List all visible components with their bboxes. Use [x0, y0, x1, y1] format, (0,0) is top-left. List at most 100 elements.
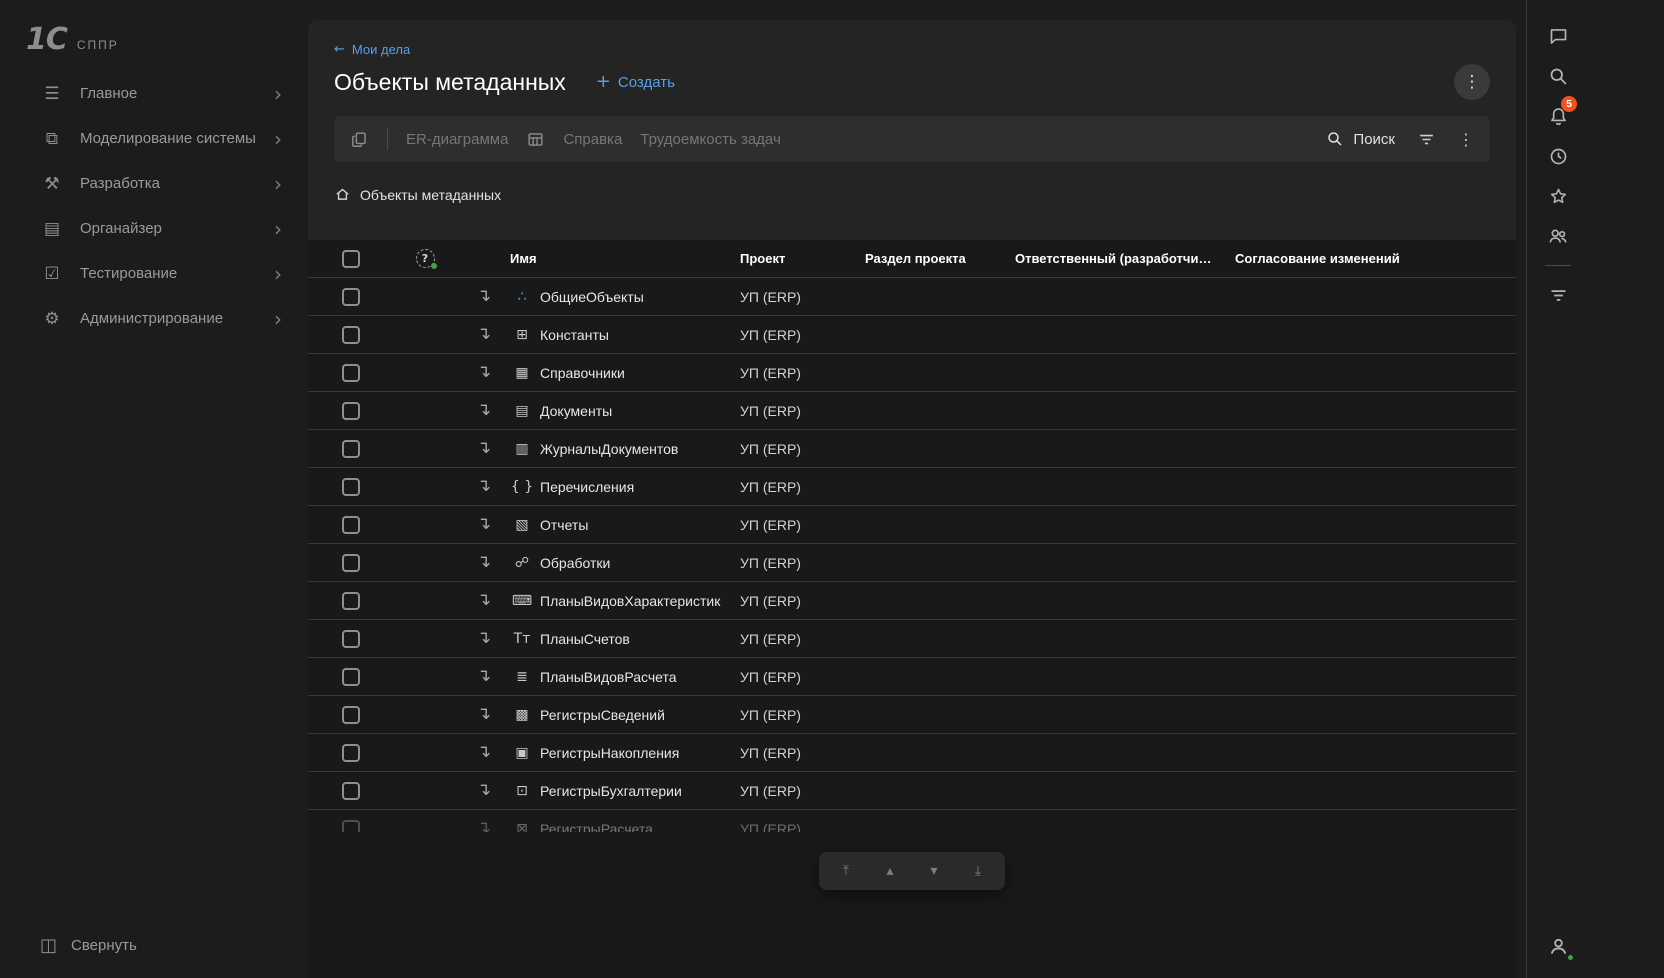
tab-task-effort[interactable]: Трудоемкость задач [640, 131, 780, 148]
row-open-icon[interactable]: ↴ [477, 402, 491, 419]
row-checkbox[interactable] [342, 402, 360, 420]
row-checkbox[interactable] [342, 744, 360, 762]
sidebar-item-testing[interactable]: ☑Тестирование› [0, 251, 306, 296]
row-name[interactable]: Справочники [540, 365, 625, 381]
scroll-down-button[interactable]: ▾ [913, 857, 955, 885]
table-row[interactable]: ↴▣РегистрыНакопленияУП (ERP) [308, 734, 1516, 772]
users-button[interactable] [1538, 216, 1578, 256]
row-open-cell: ↴ [458, 744, 510, 761]
row-checkbox[interactable] [342, 820, 360, 833]
table-row[interactable]: ↴{ }ПеречисленияУП (ERP) [308, 468, 1516, 506]
row-name[interactable]: РегистрыСведений [540, 707, 665, 723]
tab-er-diagram[interactable]: ER-диаграмма [406, 131, 508, 148]
table-row[interactable]: ↴⌨ПланыВидовХарактеристикУП (ERP) [308, 582, 1516, 620]
table-view-button[interactable] [526, 130, 545, 149]
row-checkbox[interactable] [342, 782, 360, 800]
table-row[interactable]: ↴⊠РегистрыРасчетаУП (ERP) [308, 810, 1516, 832]
column-header-approval[interactable]: Согласование изменений [1235, 251, 1516, 266]
row-name[interactable]: ПланыВидовРасчета [540, 669, 677, 685]
row-open-icon[interactable]: ↴ [477, 364, 491, 381]
row-name[interactable]: Константы [540, 327, 609, 343]
copy-button[interactable] [350, 130, 369, 149]
row-checkbox[interactable] [342, 288, 360, 306]
sidebar-item-main-menu[interactable]: ☰Главное› [0, 71, 306, 116]
tab-help[interactable]: Справка [563, 131, 622, 148]
row-checkbox[interactable] [342, 668, 360, 686]
page-menu-button[interactable]: ⋮ [1454, 64, 1490, 100]
notifications-button[interactable]: 5 [1538, 96, 1578, 136]
row-name[interactable]: ЖурналыДокументов [540, 441, 678, 457]
row-open-icon[interactable]: ↴ [477, 478, 491, 495]
row-open-icon[interactable]: ↴ [477, 744, 491, 761]
row-name[interactable]: ПланыВидовХарактеристик [540, 593, 720, 609]
row-checkbox[interactable] [342, 706, 360, 724]
global-search-button[interactable] [1538, 56, 1578, 96]
row-open-icon[interactable]: ↴ [477, 706, 491, 723]
table-row[interactable]: ↴☍ОбработкиУП (ERP) [308, 544, 1516, 582]
sidebar-item-system-modeling[interactable]: ⧉Моделирование системы› [0, 116, 306, 161]
row-open-icon[interactable]: ↴ [477, 440, 491, 457]
toolbar-menu-button[interactable]: ⋮ [1458, 130, 1474, 149]
column-header-project-section[interactable]: Раздел проекта [865, 251, 1015, 266]
filter-button[interactable] [1417, 130, 1436, 149]
row-name[interactable]: ОбщиеОбъекты [540, 289, 644, 305]
row-checkbox[interactable] [342, 364, 360, 382]
row-open-icon[interactable]: ↴ [477, 630, 491, 647]
sidebar-item-administration[interactable]: ⚙Администрирование› [0, 296, 306, 341]
row-checkbox[interactable] [342, 592, 360, 610]
row-open-icon[interactable]: ↴ [477, 782, 491, 799]
row-name[interactable]: Отчеты [540, 517, 588, 533]
column-header-responsible[interactable]: Ответственный (разработчи… [1015, 251, 1235, 266]
create-button[interactable]: + Создать [596, 73, 675, 91]
favorites-button[interactable] [1538, 176, 1578, 216]
back-link[interactable]: ← Мои дела [334, 42, 410, 57]
row-name[interactable]: Перечисления [540, 479, 634, 495]
row-name[interactable]: РегистрыБухгалтерии [540, 783, 682, 799]
row-open-icon[interactable]: ↴ [477, 668, 491, 685]
table-row[interactable]: ↴⊞КонстантыУП (ERP) [308, 316, 1516, 354]
current-user-button[interactable] [1538, 926, 1578, 966]
select-all-checkbox[interactable] [342, 250, 360, 268]
row-checkbox[interactable] [342, 554, 360, 572]
scroll-top-button[interactable]: ⤒ [825, 857, 867, 885]
row-open-icon[interactable]: ↴ [477, 326, 491, 343]
sidebar-item-organizer[interactable]: ▤Органайзер› [0, 206, 306, 251]
history-button[interactable] [1538, 136, 1578, 176]
scroll-bottom-button[interactable]: ⤓ [957, 857, 999, 885]
row-open-icon[interactable]: ↴ [477, 554, 491, 571]
row-name[interactable]: Документы [540, 403, 612, 419]
row-checkbox[interactable] [342, 478, 360, 496]
row-checkbox[interactable] [342, 326, 360, 344]
scroll-up-button[interactable]: ▴ [869, 857, 911, 885]
table-row[interactable]: ↴⊡РегистрыБухгалтерииУП (ERP) [308, 772, 1516, 810]
row-checkbox[interactable] [342, 516, 360, 534]
sidebar-item-development[interactable]: ⚒Разработка› [0, 161, 306, 206]
row-open-icon[interactable]: ↴ [477, 516, 491, 533]
table-row[interactable]: ↴≣ПланыВидовРасчетаУП (ERP) [308, 658, 1516, 696]
row-open-icon[interactable]: ↴ [477, 820, 491, 832]
table-row[interactable]: ↴▦СправочникиУП (ERP) [308, 354, 1516, 392]
collapse-sidebar-button[interactable]: ◫ Свернуть [40, 935, 137, 956]
search-button[interactable]: Поиск [1326, 130, 1395, 148]
row-checkbox[interactable] [342, 630, 360, 648]
column-header-project[interactable]: Проект [740, 251, 865, 266]
row-name[interactable]: ПланыСчетов [540, 631, 630, 647]
table-row[interactable]: ↴∴ОбщиеОбъектыУП (ERP) [308, 278, 1516, 316]
table-row[interactable]: ↴▩РегистрыСведенийУП (ERP) [308, 696, 1516, 734]
row-open-icon[interactable]: ↴ [477, 288, 491, 305]
table-row[interactable]: ↴ТтПланыСчетовУП (ERP) [308, 620, 1516, 658]
row-name[interactable]: РегистрыНакопления [540, 745, 679, 761]
notifications-badge: 5 [1561, 96, 1577, 112]
row-open-icon[interactable]: ↴ [477, 592, 491, 609]
discussions-button[interactable] [1538, 16, 1578, 56]
help-icon[interactable]: ? [416, 249, 435, 268]
column-header-name[interactable]: Имя [510, 251, 740, 266]
row-name[interactable]: Обработки [540, 555, 610, 571]
filter-panel-button[interactable] [1538, 275, 1578, 315]
breadcrumb[interactable]: Объекты метаданных [334, 186, 1490, 203]
row-checkbox[interactable] [342, 440, 360, 458]
row-name[interactable]: РегистрыРасчета [540, 821, 653, 833]
table-row[interactable]: ↴▤ДокументыУП (ERP) [308, 392, 1516, 430]
table-row[interactable]: ↴▥ЖурналыДокументовУП (ERP) [308, 430, 1516, 468]
table-row[interactable]: ↴▧ОтчетыУП (ERP) [308, 506, 1516, 544]
